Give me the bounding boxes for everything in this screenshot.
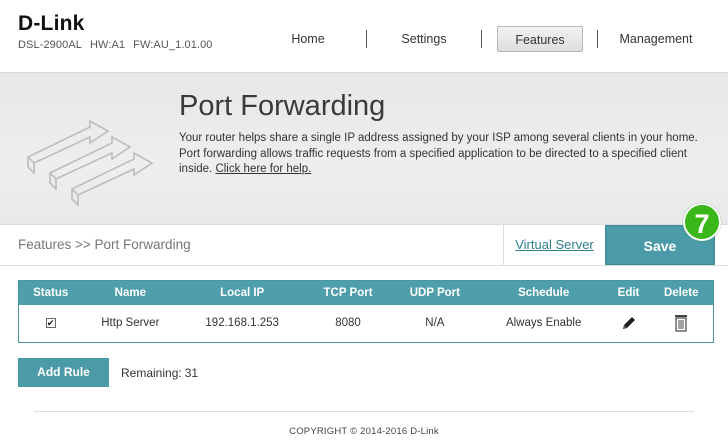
remaining-label: Remaining: bbox=[121, 366, 182, 380]
delete-cell bbox=[649, 304, 714, 343]
remaining-count: 31 bbox=[184, 366, 199, 380]
action-bar: Features >> Port Forwarding Virtual Serv… bbox=[0, 224, 728, 266]
port-arrows-icon bbox=[26, 119, 154, 207]
table-header-row: Status Name Local IP TCP Port UDP Port S… bbox=[18, 280, 714, 305]
column-header: TCP Port bbox=[306, 280, 390, 305]
add-rule-button[interactable]: Add Rule bbox=[18, 358, 109, 387]
column-header: Local IP bbox=[178, 280, 307, 305]
status-cell: ✔ bbox=[18, 304, 83, 343]
name-cell: Http Server bbox=[82, 304, 179, 343]
trash-icon[interactable] bbox=[674, 314, 688, 332]
column-header: Delete bbox=[649, 280, 714, 305]
help-link[interactable]: Click here for help. bbox=[215, 163, 311, 175]
column-header: Status bbox=[18, 280, 83, 305]
page-banner: Port Forwarding Your router helps share … bbox=[0, 72, 728, 224]
column-header: Name bbox=[82, 280, 179, 305]
page-title: Port Forwarding bbox=[179, 90, 386, 122]
column-header: UDP Port bbox=[389, 280, 480, 305]
header: D-Link DSL-2900AL HW:A1 FW:AU_1.01.00 Home… bbox=[0, 0, 728, 72]
brand: D-Link DSL-2900AL HW:A1 FW:AU_1.01.00 bbox=[18, 12, 221, 52]
dlink-logo: D-Link bbox=[18, 12, 85, 35]
column-header: Edit bbox=[607, 280, 650, 305]
device-info: DSL-2900AL HW:A1 FW:AU_1.01.00 bbox=[18, 39, 221, 51]
footer-divider bbox=[34, 411, 694, 412]
model-name: DSL-2900AL bbox=[18, 39, 82, 51]
nav-settings[interactable]: Settings bbox=[367, 26, 481, 52]
page-description: Your router helps share a single IP addr… bbox=[179, 131, 709, 178]
status-checkbox[interactable]: ✔ bbox=[45, 318, 56, 329]
tcp-port-cell: 8080 bbox=[306, 304, 390, 343]
local-ip-cell: 192.168.1.253 bbox=[178, 304, 307, 343]
virtual-server-link[interactable]: Virtual Server bbox=[503, 225, 605, 265]
nav-features[interactable]: Features bbox=[497, 26, 583, 52]
schedule-cell: Always Enable bbox=[479, 304, 608, 343]
udp-port-cell: N/A bbox=[389, 304, 480, 343]
remaining-rules: Remaining: 31 bbox=[121, 366, 198, 380]
table-row: ✔ Http Server 192.168.1.253 8080 N/A Alw… bbox=[18, 304, 714, 343]
hardware-version: HW:A1 bbox=[90, 39, 126, 51]
nav-home[interactable]: Home bbox=[250, 26, 366, 52]
step-number-badge: 7 bbox=[683, 203, 721, 241]
pencil-icon[interactable] bbox=[621, 315, 637, 331]
breadcrumb: Features >> Port Forwarding bbox=[18, 237, 191, 252]
column-header: Schedule bbox=[479, 280, 608, 305]
nav-management[interactable]: Management bbox=[598, 26, 714, 52]
edit-cell bbox=[607, 304, 650, 343]
copyright: COPYRIGHT © 2014-2016 D-Link bbox=[289, 426, 439, 437]
firmware-version: FW:AU_1.01.00 bbox=[133, 39, 213, 51]
nav-separator bbox=[481, 30, 482, 48]
port-forwarding-table: Status Name Local IP TCP Port UDP Port S… bbox=[18, 280, 714, 343]
